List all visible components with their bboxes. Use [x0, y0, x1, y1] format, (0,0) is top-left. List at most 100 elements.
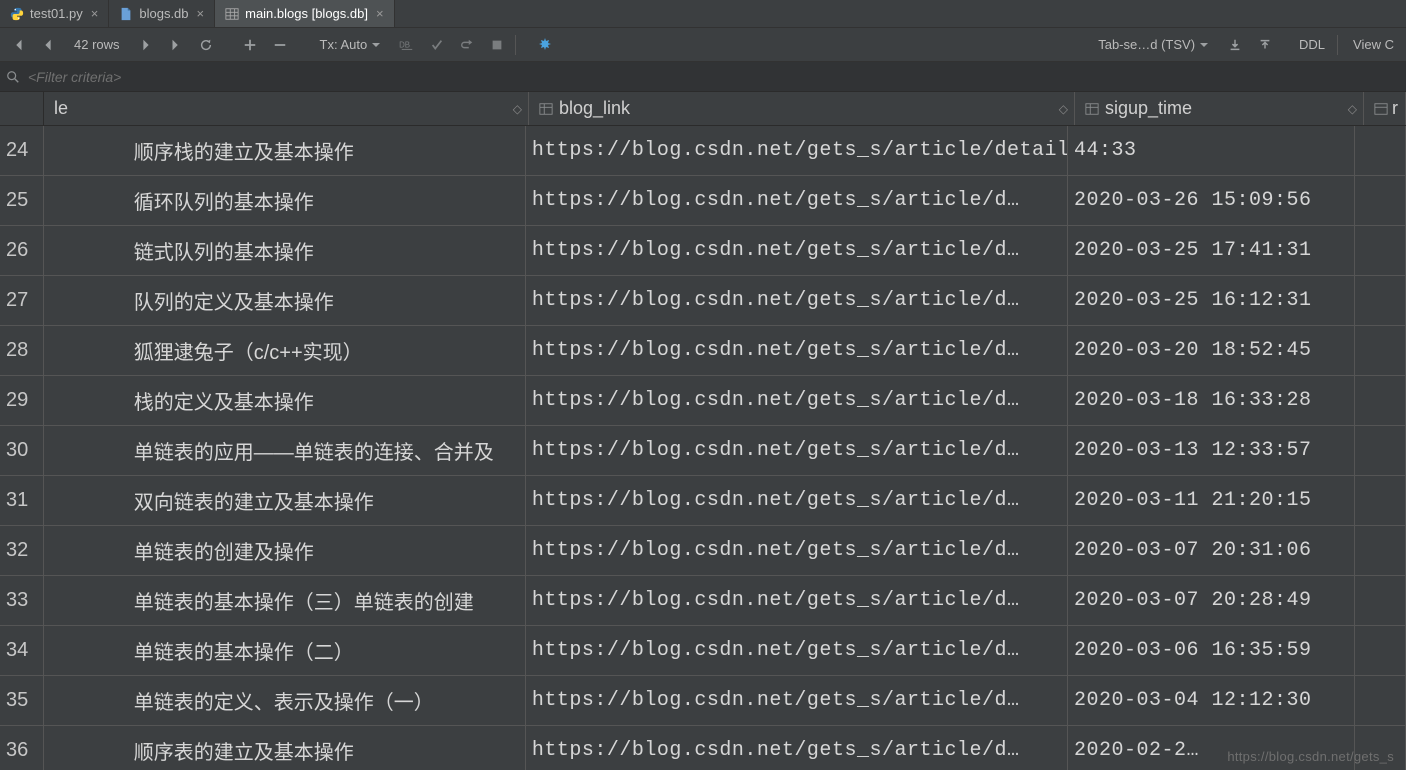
- cell-siguptime[interactable]: 2020-03-13 12:33:57: [1068, 426, 1355, 475]
- row-number[interactable]: 25: [0, 176, 44, 225]
- table-row[interactable]: 31双向链表的建立及基本操作https://blog.csdn.net/gets…: [0, 476, 1406, 526]
- cell-rest[interactable]: [1355, 276, 1406, 325]
- table-row[interactable]: 30单链表的应用——单链表的连接、合并及https://blog.csdn.ne…: [0, 426, 1406, 476]
- table-row[interactable]: 36顺序表的建立及基本操作https://blog.csdn.net/gets_…: [0, 726, 1406, 770]
- row-number[interactable]: 30: [0, 426, 44, 475]
- cell-rest[interactable]: [1355, 626, 1406, 675]
- row-number[interactable]: 26: [0, 226, 44, 275]
- tab-mainblogs[interactable]: main.blogs [blogs.db] ×: [215, 0, 394, 27]
- sort-icon[interactable]: ◇: [1348, 102, 1357, 116]
- table-row[interactable]: 33单链表的基本操作（三）单链表的创建https://blog.csdn.net…: [0, 576, 1406, 626]
- cell-title[interactable]: 队列的定义及基本操作: [44, 276, 526, 325]
- column-header-bloglink[interactable]: blog_link ◇: [529, 92, 1075, 125]
- cell-rest[interactable]: [1355, 376, 1406, 425]
- row-number[interactable]: 24: [0, 126, 44, 175]
- commit-icon[interactable]: [425, 33, 449, 57]
- cell-bloglink[interactable]: https://blog.csdn.net/gets_s/article/d…: [526, 376, 1068, 425]
- table-row[interactable]: 27队列的定义及基本操作https://blog.csdn.net/gets_s…: [0, 276, 1406, 326]
- cell-bloglink[interactable]: https://blog.csdn.net/gets_s/article/d…: [526, 676, 1068, 725]
- row-number[interactable]: 35: [0, 676, 44, 725]
- search-icon[interactable]: [6, 70, 20, 84]
- stop-icon[interactable]: [485, 33, 509, 57]
- cell-rest[interactable]: [1355, 576, 1406, 625]
- first-page-icon[interactable]: [6, 33, 30, 57]
- cell-rest[interactable]: [1355, 476, 1406, 525]
- row-number[interactable]: 33: [0, 576, 44, 625]
- cell-title[interactable]: 顺序栈的建立及基本操作: [44, 126, 526, 175]
- cell-bloglink[interactable]: https://blog.csdn.net/gets_s/article/d…: [526, 326, 1068, 375]
- cell-siguptime[interactable]: 2020-03-20 18:52:45: [1068, 326, 1355, 375]
- row-number[interactable]: 36: [0, 726, 44, 770]
- rollback-icon[interactable]: [455, 33, 479, 57]
- view-settings-icon[interactable]: [533, 33, 557, 57]
- cell-title[interactable]: 链式队列的基本操作: [44, 226, 526, 275]
- cell-rest[interactable]: [1355, 326, 1406, 375]
- cell-bloglink[interactable]: https://blog.csdn.net/gets_s/article/d…: [526, 226, 1068, 275]
- cell-siguptime[interactable]: 2020-03-04 12:12:30: [1068, 676, 1355, 725]
- cell-title[interactable]: 单链表的定义、表示及操作（一）: [44, 676, 526, 725]
- row-number[interactable]: 27: [0, 276, 44, 325]
- cell-bloglink[interactable]: https://blog.csdn.net/gets_s/article/d…: [526, 176, 1068, 225]
- cell-rest[interactable]: [1355, 526, 1406, 575]
- close-icon[interactable]: ×: [374, 7, 386, 20]
- refresh-icon[interactable]: [194, 33, 218, 57]
- cell-bloglink[interactable]: https://blog.csdn.net/gets_s/article/det…: [526, 126, 1068, 175]
- cell-title[interactable]: 单链表的基本操作（二）: [44, 626, 526, 675]
- sort-icon[interactable]: ◇: [513, 102, 522, 116]
- row-number[interactable]: 34: [0, 626, 44, 675]
- table-row[interactable]: 25循环队列的基本操作https://blog.csdn.net/gets_s/…: [0, 176, 1406, 226]
- row-number[interactable]: 28: [0, 326, 44, 375]
- tab-blogsdb[interactable]: blogs.db ×: [109, 0, 215, 27]
- cell-siguptime[interactable]: 2020-03-11 21:20:15: [1068, 476, 1355, 525]
- cell-title[interactable]: 单链表的创建及操作: [44, 526, 526, 575]
- cell-siguptime[interactable]: 2020-03-06 16:35:59: [1068, 626, 1355, 675]
- export-format-select[interactable]: Tab-se…d (TSV): [1090, 37, 1217, 52]
- table-row[interactable]: 28狐狸逮兔子（c/c++实现）https://blog.csdn.net/ge…: [0, 326, 1406, 376]
- cell-rest[interactable]: [1355, 126, 1406, 175]
- cell-bloglink[interactable]: https://blog.csdn.net/gets_s/article/d…: [526, 526, 1068, 575]
- cell-title[interactable]: 单链表的基本操作（三）单链表的创建: [44, 576, 526, 625]
- cell-title[interactable]: 循环队列的基本操作: [44, 176, 526, 225]
- cell-rest[interactable]: [1355, 176, 1406, 225]
- cell-rest[interactable]: [1355, 676, 1406, 725]
- cell-bloglink[interactable]: https://blog.csdn.net/gets_s/article/d…: [526, 426, 1068, 475]
- tab-test01[interactable]: test01.py ×: [0, 0, 109, 27]
- last-page-icon[interactable]: [164, 33, 188, 57]
- cell-bloglink[interactable]: https://blog.csdn.net/gets_s/article/d…: [526, 626, 1068, 675]
- cell-siguptime[interactable]: 2020-03-25 16:12:31: [1068, 276, 1355, 325]
- db-transaction-icon[interactable]: DB: [395, 33, 419, 57]
- row-number[interactable]: 32: [0, 526, 44, 575]
- ddl-button[interactable]: DDL: [1293, 37, 1331, 52]
- cell-siguptime[interactable]: 2020-03-26 15:09:56: [1068, 176, 1355, 225]
- cell-title[interactable]: 双向链表的建立及基本操作: [44, 476, 526, 525]
- tx-mode-select[interactable]: Tx: Auto: [312, 37, 390, 52]
- filter-input[interactable]: [28, 69, 1400, 85]
- cell-siguptime[interactable]: 2020-03-18 16:33:28: [1068, 376, 1355, 425]
- view-query-button[interactable]: View C: [1347, 37, 1400, 52]
- column-header-rest[interactable]: r: [1364, 92, 1406, 125]
- table-row[interactable]: 34单链表的基本操作（二）https://blog.csdn.net/gets_…: [0, 626, 1406, 676]
- column-header-title[interactable]: le ◇: [44, 92, 529, 125]
- column-header-siguptime[interactable]: sigup_time ◇: [1075, 92, 1364, 125]
- cell-rest[interactable]: [1355, 426, 1406, 475]
- download-icon[interactable]: [1223, 33, 1247, 57]
- cell-title[interactable]: 顺序表的建立及基本操作: [44, 726, 526, 770]
- table-row[interactable]: 35单链表的定义、表示及操作（一）https://blog.csdn.net/g…: [0, 676, 1406, 726]
- sort-icon[interactable]: ◇: [1059, 102, 1068, 116]
- cell-siguptime[interactable]: 2020-03-25 17:41:31: [1068, 226, 1355, 275]
- table-row[interactable]: 32单链表的创建及操作https://blog.csdn.net/gets_s/…: [0, 526, 1406, 576]
- table-row[interactable]: 29栈的定义及基本操作https://blog.csdn.net/gets_s/…: [0, 376, 1406, 426]
- cell-bloglink[interactable]: https://blog.csdn.net/gets_s/article/d…: [526, 476, 1068, 525]
- delete-row-icon[interactable]: [268, 33, 292, 57]
- cell-siguptime[interactable]: 2020-03-07 20:28:49: [1068, 576, 1355, 625]
- cell-title[interactable]: 狐狸逮兔子（c/c++实现）: [44, 326, 526, 375]
- cell-bloglink[interactable]: https://blog.csdn.net/gets_s/article/d…: [526, 276, 1068, 325]
- table-row[interactable]: 26链式队列的基本操作https://blog.csdn.net/gets_s/…: [0, 226, 1406, 276]
- cell-rest[interactable]: [1355, 226, 1406, 275]
- add-row-icon[interactable]: [238, 33, 262, 57]
- cell-bloglink[interactable]: https://blog.csdn.net/gets_s/article/d…: [526, 576, 1068, 625]
- close-icon[interactable]: ×: [89, 7, 101, 20]
- upload-icon[interactable]: [1253, 33, 1277, 57]
- row-number[interactable]: 29: [0, 376, 44, 425]
- row-number[interactable]: 31: [0, 476, 44, 525]
